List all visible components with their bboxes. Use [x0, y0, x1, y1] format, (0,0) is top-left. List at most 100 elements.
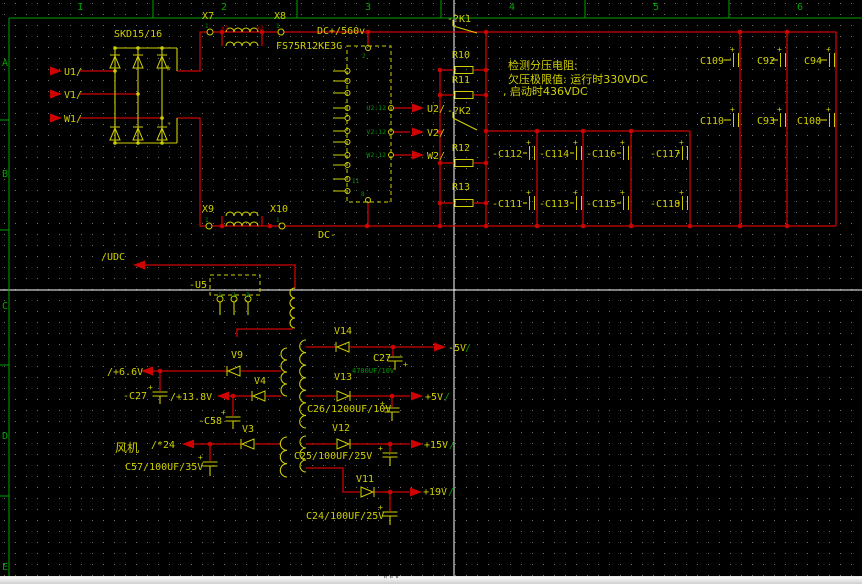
- junction-dot: [629, 129, 634, 134]
- schematic-label: 风机: [115, 441, 139, 455]
- capacitor-polarity: +: [378, 444, 383, 453]
- schematic-label: -C27: [123, 391, 147, 402]
- schematic-label: x1: [221, 24, 229, 32]
- schematic-label: V11: [356, 474, 374, 485]
- schematic-label: /: [465, 343, 471, 354]
- capacitor-polarity: +: [679, 188, 684, 197]
- schematic-label: W2/: [427, 151, 445, 162]
- schematic-label: U2/: [427, 104, 445, 115]
- schematic-label: C92: [757, 56, 775, 67]
- schematic-label: DC+/560v: [317, 26, 365, 37]
- junction-dot: [366, 30, 371, 35]
- schematic-label: R12: [452, 143, 470, 154]
- status-bar: """: [0, 576, 862, 584]
- capacitor-polarity: +: [777, 45, 782, 54]
- sheet-col-number: 4: [509, 2, 515, 13]
- junction-dot: [484, 224, 489, 229]
- capacitor-polarity: +: [403, 360, 408, 369]
- capacitor-polarity: +: [730, 105, 735, 114]
- junction-dot: [581, 129, 586, 134]
- junction-dot: [688, 224, 693, 229]
- resize-grip-icon[interactable]: """: [383, 575, 400, 584]
- junction-dot: [738, 224, 743, 229]
- junction-dot: [158, 369, 163, 374]
- schematic-label: SKD15/16: [114, 29, 162, 40]
- junction-dot: [231, 394, 236, 399]
- schematic-label: +15V: [424, 440, 448, 451]
- schematic-label: V9: [231, 350, 243, 361]
- sheet-col-number: 5: [653, 2, 659, 13]
- sheet-col-number: 3: [365, 2, 371, 13]
- schematic-label: -C116: [586, 149, 616, 160]
- schematic-label: -?K2: [447, 106, 471, 117]
- schematic-label: C25/100UF/25V: [294, 451, 372, 462]
- junction-dot: [438, 68, 443, 73]
- schematic-label: X9: [202, 204, 214, 215]
- schematic-label: V4: [254, 376, 266, 387]
- capacitor-polarity: +: [198, 453, 203, 462]
- schematic-label: U1/: [64, 67, 82, 78]
- schematic-label: 3: [246, 292, 250, 299]
- schematic-label: X7: [202, 11, 214, 22]
- schematic-label: +: [165, 63, 171, 74]
- schematic-label: -C118: [650, 199, 680, 210]
- schematic-label: 4700UF/10V: [352, 367, 395, 375]
- schematic-label: R13: [452, 182, 470, 193]
- schematic-label: -C113: [539, 199, 569, 210]
- capacitor-polarity: +: [826, 105, 831, 114]
- schematic-label: R11: [452, 75, 470, 86]
- schematic-label: 检测分压电阻:: [508, 58, 578, 72]
- schematic-label: /*24: [151, 440, 175, 451]
- junction-dot: [208, 442, 213, 447]
- junction-dot: [388, 490, 393, 495]
- sheet-row-letter: E: [2, 562, 8, 573]
- schematic-label: /UDC: [101, 252, 125, 263]
- capacitor-polarity: +: [573, 188, 578, 197]
- schematic-label: /: [449, 440, 455, 451]
- capacitor-polarity: +: [620, 138, 625, 147]
- joint-dot: [160, 116, 164, 120]
- schematic-label: , 启动时436VDC: [503, 85, 588, 98]
- schematic-label: FS75R12KE3G: [276, 41, 342, 52]
- schematic-label: R10: [452, 50, 470, 61]
- schematic-label: -U5: [189, 280, 207, 291]
- capacitor-polarity: +: [573, 138, 578, 147]
- schematic-label: x2: [256, 24, 264, 32]
- schematic-label: C94: [804, 56, 822, 67]
- junction-dot: [438, 93, 443, 98]
- schematic-label: C108: [797, 116, 821, 127]
- schematic-label: C57/100UF/35V: [125, 462, 203, 473]
- schematic-canvas[interactable]: 123456ABCDE+++++++++++++++++++++SKD15/16…: [0, 0, 862, 584]
- schematic-label: V2:12: [366, 128, 386, 136]
- schematic-label: 8: [361, 191, 365, 198]
- capacitor-polarity: +: [730, 45, 735, 54]
- capacitor-polarity: +: [148, 383, 153, 392]
- sheet-col-number: 2: [221, 2, 227, 13]
- schematic-label: +19V: [423, 487, 447, 498]
- schematic-label: 1: [205, 217, 209, 224]
- junction-dot: [391, 345, 396, 350]
- schematic-label: -?K1: [447, 14, 471, 25]
- junction-dot: [581, 224, 586, 229]
- schematic-label: -C112: [492, 149, 522, 160]
- capacitor-polarity: +: [679, 138, 684, 147]
- schematic-label: C26/1200UF/10V: [307, 404, 391, 415]
- sheet-row-letter: C: [2, 301, 8, 312]
- schematic-label: /: [444, 392, 450, 403]
- schematic-label: -C115: [586, 199, 616, 210]
- schematic-label: V12: [332, 423, 350, 434]
- junction-dot: [785, 224, 790, 229]
- schematic-label: V14: [334, 326, 352, 337]
- junction-dot: [738, 30, 743, 35]
- schematic-label: 11: [352, 178, 360, 185]
- sheet-row-letter: B: [2, 169, 8, 180]
- junction-dot: [484, 68, 489, 73]
- schematic-label: 1: [276, 23, 280, 30]
- schematic-label: -C114: [539, 149, 569, 160]
- schematic-label: C109: [700, 56, 724, 67]
- sheet-row-letter: D: [2, 431, 8, 442]
- joint-dot: [113, 141, 117, 145]
- capacitor-polarity: +: [777, 105, 782, 114]
- schematic-label: V3: [242, 424, 254, 435]
- capacitor-polarity: +: [826, 45, 831, 54]
